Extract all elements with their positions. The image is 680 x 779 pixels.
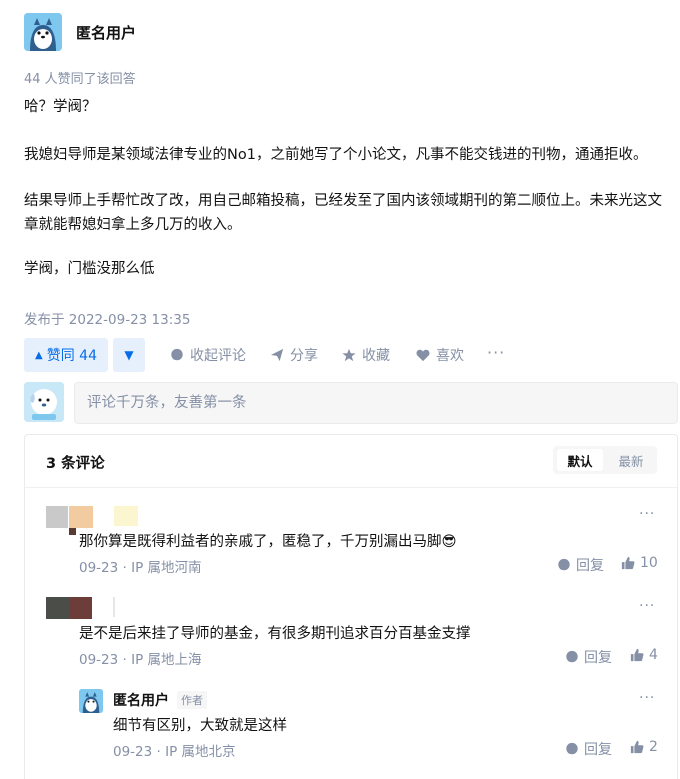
thumbs-up-icon (630, 648, 644, 662)
post-date: 发布于 2022-09-23 13:35 (24, 312, 191, 328)
collapse-comments-label: 收起评论 (190, 348, 246, 364)
sub-comment-author[interactable]: 匿名用户 (113, 690, 169, 710)
comment-like-button[interactable]: 10 (621, 555, 658, 571)
comment-count: 3 条评论 (46, 456, 105, 472)
comment-meta: 09-23 · IP 属地北京 (113, 744, 236, 760)
favorite-label: 收藏 (362, 348, 390, 364)
collapse-comments-button[interactable]: 收起评论 (170, 345, 246, 365)
star-icon (342, 348, 356, 362)
reply-button[interactable]: 回复 (565, 739, 612, 759)
divider (25, 487, 677, 488)
reply-button[interactable]: 回复 (565, 647, 612, 667)
favorite-button[interactable]: 收藏 (342, 345, 390, 365)
more-actions-button[interactable]: ··· (487, 343, 505, 362)
reply-button[interactable]: 回复 (557, 555, 604, 575)
comment-text: 那你算是既得利益者的亲戚了，匿稳了，千万别漏出马脚😎 (79, 534, 457, 550)
comment-like-button[interactable]: 2 (630, 739, 658, 755)
author-avatar[interactable] (79, 689, 103, 713)
answer-paragraph: 结果导师上手帮忙改了改，用自己邮箱投稿，已经发至了国内该领域期刊的第二顺位上。未… (24, 193, 662, 233)
heart-icon (416, 349, 430, 362)
comment-meta: 09-23 · IP 属地河南 (79, 560, 202, 576)
reply-label: 回复 (584, 650, 612, 666)
author-badge: 作者 (177, 691, 207, 709)
like-button[interactable]: 喜欢 (416, 345, 464, 365)
comment-text: 是不是后来挂了导师的基金，有很多期刊追求百分百基金支撑 (79, 626, 471, 642)
answer-paragraph: 学阀，门槛没那么低 (24, 261, 155, 277)
thumbs-up-icon (621, 556, 635, 570)
comment-like-count: 2 (649, 739, 658, 755)
author-name[interactable]: 匿名用户 (76, 22, 136, 43)
comment-more-button[interactable]: ··· (639, 598, 655, 614)
like-label: 喜欢 (436, 348, 464, 364)
comment-more-button[interactable]: ··· (639, 506, 655, 522)
answer-paragraph: 我媳妇导师是某领域法律专业的No1，之前她写了个小论文，凡事不能交钱进的刊物，通… (24, 147, 648, 163)
thumbs-up-icon (630, 740, 644, 754)
my-avatar[interactable] (24, 382, 64, 422)
share-label: 分享 (290, 348, 318, 364)
triangle-down-icon: ▼ (124, 348, 134, 362)
comment-input[interactable] (74, 382, 678, 424)
vote-up-button[interactable]: ▲ 赞同 44 (24, 338, 108, 372)
comment-like-count: 4 (649, 647, 658, 663)
author-avatar[interactable] (24, 13, 62, 51)
comment-icon (566, 650, 578, 663)
share-icon (270, 348, 284, 362)
comment-meta: 09-23 · IP 属地上海 (79, 652, 202, 668)
share-button[interactable]: 分享 (270, 345, 318, 365)
vote-up-label: 赞同 44 (46, 348, 97, 364)
votes-summary: 44 人赞同了该回答 (24, 72, 136, 87)
comment-icon (566, 742, 578, 755)
triangle-up-icon: ▲ (35, 349, 43, 361)
sort-latest-button[interactable]: 最新 (608, 449, 654, 471)
sort-default-button[interactable]: 默认 (557, 449, 603, 471)
comment-more-button[interactable]: ··· (639, 690, 655, 706)
comment-like-button[interactable]: 4 (630, 647, 658, 663)
comment-text: 细节有区别，大致就是这样 (113, 718, 287, 734)
reply-label: 回复 (584, 742, 612, 758)
comment-icon (558, 558, 570, 571)
answer-paragraph: 哈？学阀？ (24, 99, 97, 115)
reply-label: 回复 (576, 558, 604, 574)
vote-down-button[interactable]: ▼ (113, 338, 145, 372)
comment-icon (171, 348, 183, 361)
comment-like-count: 10 (640, 555, 658, 571)
